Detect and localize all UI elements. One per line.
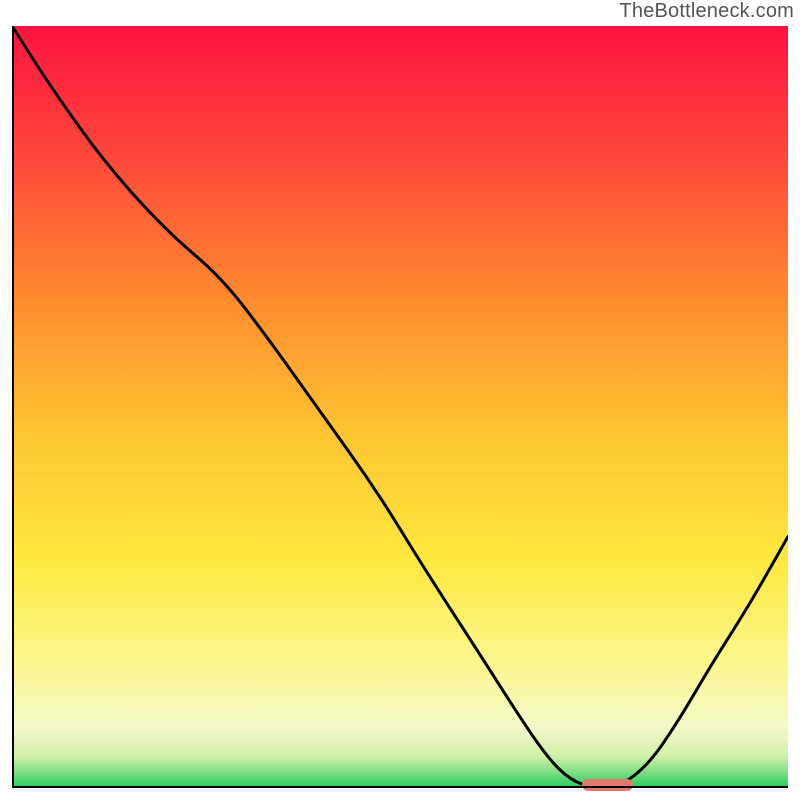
optimal-zone-marker bbox=[582, 779, 632, 791]
chart-canvas: TheBottleneck.com bbox=[0, 0, 800, 800]
watermark-text: TheBottleneck.com bbox=[619, 0, 794, 23]
plot-background bbox=[12, 26, 788, 788]
